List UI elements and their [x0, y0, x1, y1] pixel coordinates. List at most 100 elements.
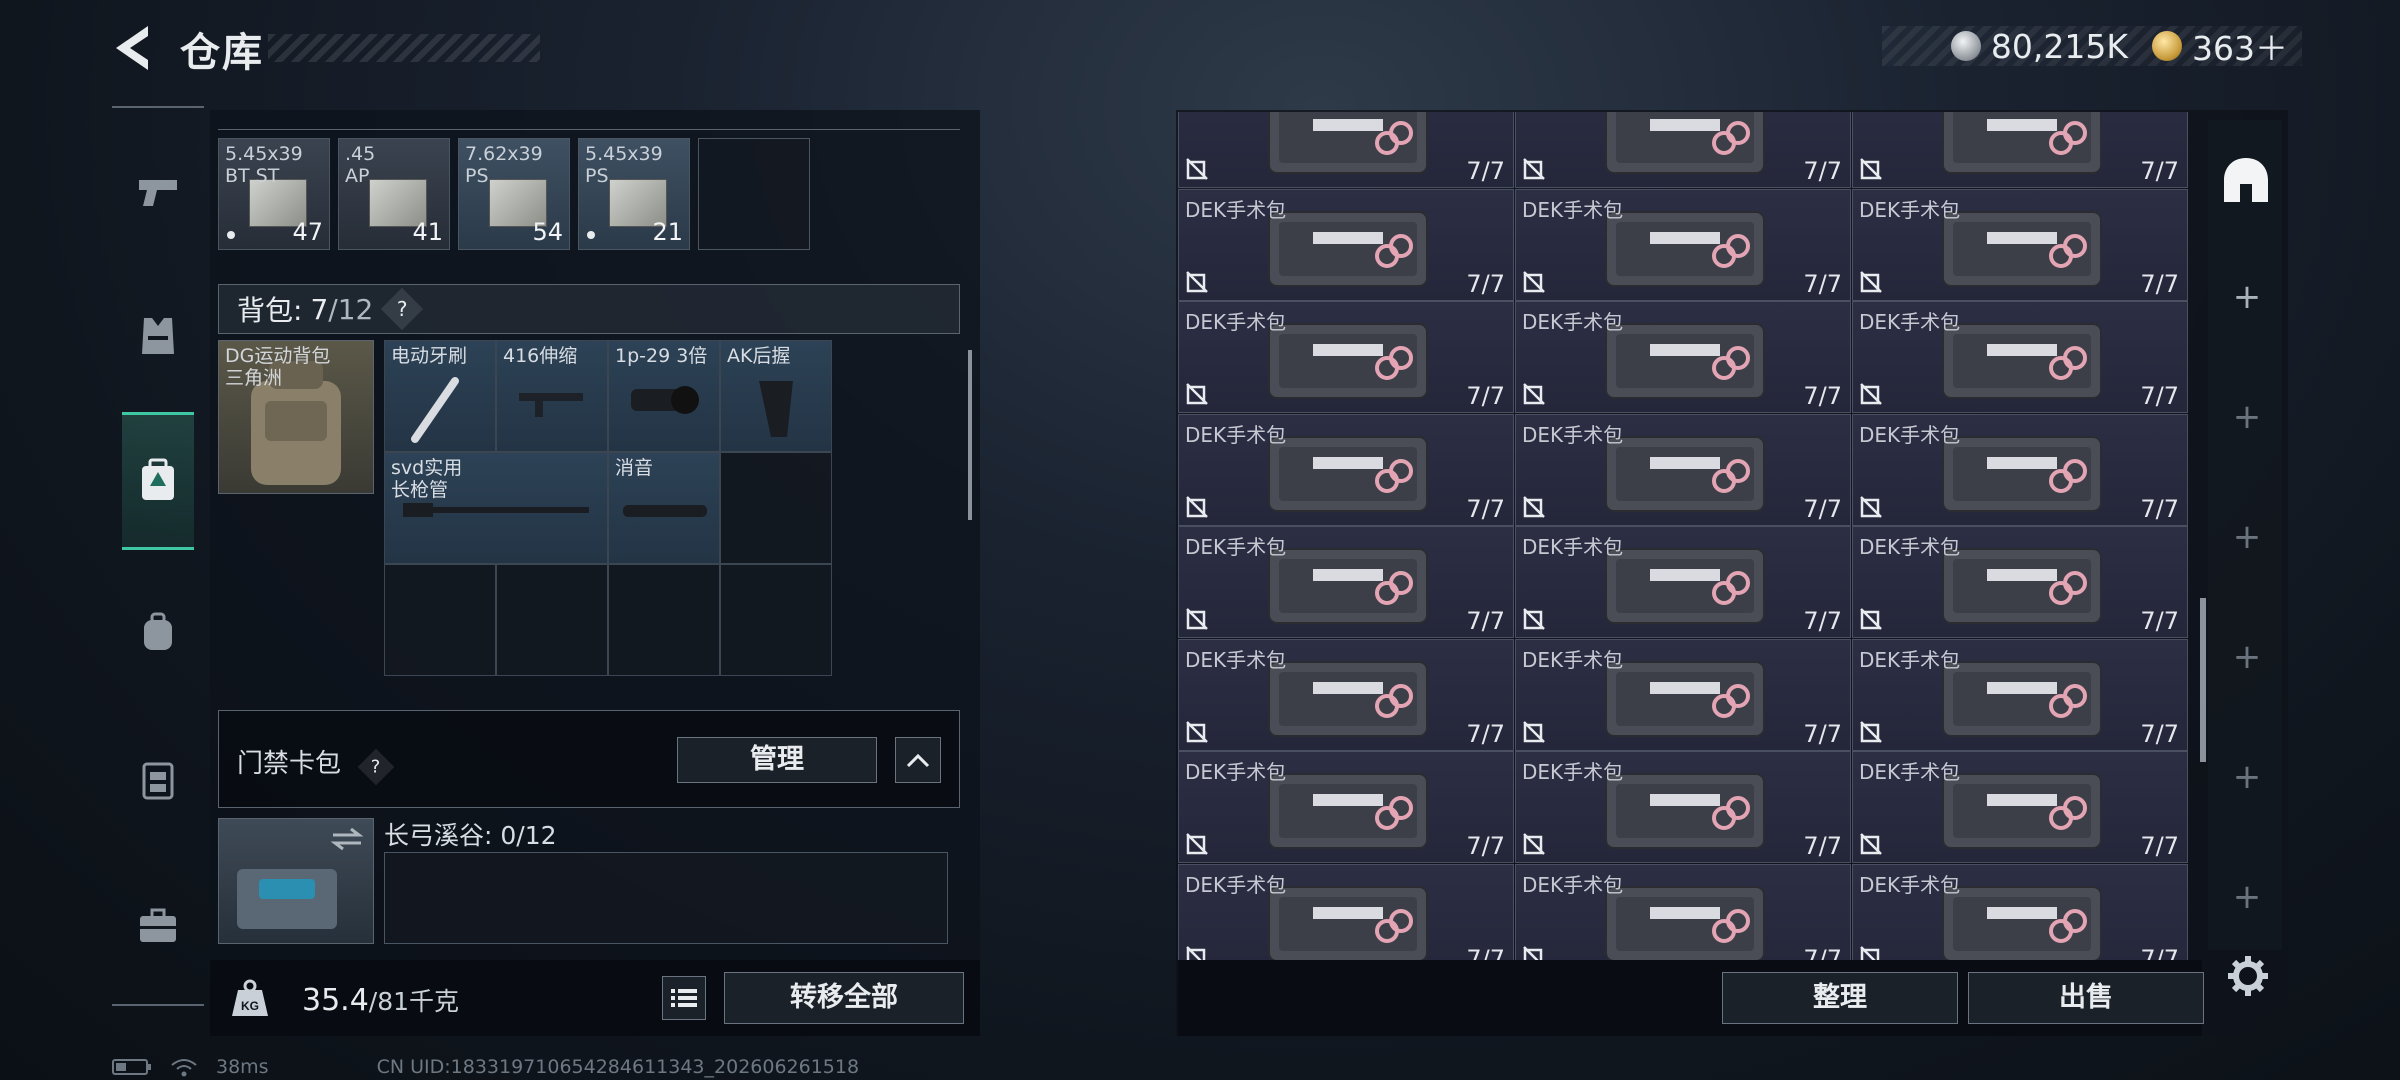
ammo-slot[interactable]: 5.45x39 PS 21	[578, 138, 690, 250]
first-aid-kit-icon	[1942, 548, 2102, 624]
keycard-grid[interactable]	[384, 852, 948, 944]
keycard-section: 门禁卡包 ? 管理	[218, 710, 960, 808]
add-tab-icon[interactable]: +	[2232, 760, 2262, 794]
storage-item[interactable]: DEK手术包7/7	[1852, 751, 2188, 863]
weight-value: 35.4/81千克	[302, 983, 460, 1018]
storage-item[interactable]: DEK手术包7/7	[1852, 863, 2188, 960]
add-tab-icon[interactable]: +	[2232, 400, 2262, 434]
item-count: 7/7	[1466, 269, 1505, 298]
storage-tab-main[interactable]	[2208, 130, 2284, 230]
no-sell-icon	[1523, 158, 1545, 180]
storage-item[interactable]: DEK手术包7/7	[1852, 413, 2188, 526]
storage-item[interactable]: DEK手术包7/7	[1178, 638, 1514, 751]
storage-item[interactable]: DEK手术包7/7	[1178, 188, 1514, 301]
item-count: 7/7	[1803, 944, 1842, 961]
list-button[interactable]	[662, 976, 706, 1020]
status-bar: 38ms CN UID:183319710654284611343_202606…	[112, 1056, 859, 1078]
stock-icon	[519, 393, 583, 417]
keycard-case-image[interactable]	[218, 818, 374, 944]
no-sell-icon	[1860, 495, 1882, 518]
backpack-item[interactable]: 416伸缩	[496, 340, 608, 452]
swap-icon[interactable]	[329, 825, 365, 853]
backpack-slot-empty[interactable]	[720, 452, 832, 564]
item-name: DEK手术包	[1859, 535, 1961, 559]
item-count: 7/7	[1803, 832, 1842, 860]
page-title: 仓库	[180, 30, 264, 76]
storage-item[interactable]: DEK手术包7/7	[1515, 751, 1851, 863]
sell-button[interactable]: 出售	[1968, 972, 2204, 1024]
collapse-button[interactable]	[895, 737, 941, 783]
nav-storage[interactable]	[122, 412, 194, 550]
storage-item[interactable]: DEK手术包7/7	[1515, 638, 1851, 751]
storage-item[interactable]: DEK手术包7/7	[1852, 638, 2188, 751]
first-aid-kit-icon	[1942, 435, 2102, 512]
storage-item[interactable]: DEK手术包7/7	[1515, 526, 1851, 638]
backpack-item[interactable]: 电动牙刷	[384, 340, 496, 452]
nav-weapons[interactable]	[122, 152, 194, 232]
item-count: 7/7	[1803, 269, 1842, 298]
storage-item[interactable]: DEK手术包7/7	[1515, 413, 1851, 526]
ammo-slot[interactable]: 7.62x39 PS 54	[458, 138, 570, 250]
back-icon[interactable]	[108, 22, 156, 74]
storage-item[interactable]: DEK手术包7/7	[1178, 301, 1514, 413]
backpack-item[interactable]: svd实用 长枪管	[384, 452, 608, 564]
item-count: 7/7	[2140, 382, 2179, 410]
gold-currency-value[interactable]: 363＋	[2192, 22, 2288, 70]
storage-scrollbar[interactable]	[2200, 598, 2206, 762]
backpack-item[interactable]: AK后握	[720, 340, 832, 452]
first-aid-kit-icon	[1605, 210, 1765, 287]
backpack-item[interactable]: 1p-29 3倍	[608, 340, 720, 452]
add-tab-icon[interactable]: +	[2232, 520, 2262, 554]
first-aid-kit-icon	[1605, 323, 1765, 399]
first-aid-kit-icon	[1942, 660, 2102, 737]
storage-item[interactable]: DEK手术包7/7	[1178, 413, 1514, 526]
storage-item[interactable]: DEK手术包7/7	[1178, 112, 1514, 188]
storage-item[interactable]: DEK手术包7/7	[1178, 751, 1514, 863]
gear-icon[interactable]	[2226, 954, 2270, 998]
storage-item[interactable]: DEK手术包7/7	[1178, 526, 1514, 638]
storage-item[interactable]: DEK手术包7/7	[1515, 112, 1851, 188]
storage-item[interactable]: DEK手术包7/7	[1852, 112, 2188, 188]
ammo-slot[interactable]: 5.45x39 BT ST 47	[218, 138, 330, 250]
item-name: DEK手术包	[1859, 197, 1961, 222]
backpack-slot-empty[interactable]	[384, 564, 496, 676]
gold-coin-icon	[2152, 31, 2182, 61]
ammo-slot[interactable]: .45 AP 41	[338, 138, 450, 250]
no-sell-icon	[1860, 720, 1882, 743]
vest-icon	[142, 318, 174, 354]
backpack-slot-empty[interactable]	[720, 564, 832, 676]
nav-case[interactable]	[122, 886, 194, 966]
backpack-item[interactable]: 消音	[608, 452, 720, 564]
item-name: DEK手术包	[1185, 422, 1287, 447]
storage-item[interactable]: DEK手术包 7/7	[1852, 301, 2188, 413]
help-icon[interactable]: ?	[381, 287, 424, 331]
no-sell-icon	[1186, 495, 1208, 518]
nav-backpack[interactable]	[122, 592, 194, 672]
backpack-slot-empty[interactable]	[608, 564, 720, 676]
backpack-image[interactable]: DG运动背包 三角洲	[218, 340, 374, 494]
storage-item[interactable]: DEK手术包7/7	[1515, 863, 1851, 961]
transfer-all-button[interactable]: 转移全部	[724, 972, 964, 1024]
nav-armor[interactable]	[122, 296, 194, 376]
left-scrollbar[interactable]	[968, 350, 972, 520]
help-icon[interactable]: ?	[357, 748, 395, 785]
item-name: DEK手术包	[1859, 310, 1961, 334]
storage-item[interactable]: DEK手术包7/7	[1852, 188, 2188, 301]
backpack-slot-empty[interactable]	[496, 564, 608, 676]
add-tab-icon[interactable]: +	[2232, 280, 2262, 314]
add-tab-icon[interactable]: +	[2232, 640, 2262, 674]
no-sell-icon	[1523, 608, 1545, 630]
add-tab-icon[interactable]: +	[2232, 880, 2262, 914]
ammo-slot-empty[interactable]	[698, 138, 810, 250]
manage-button[interactable]: 管理	[677, 737, 877, 783]
suppressor-icon	[623, 505, 707, 517]
item-count: 7/7	[2140, 157, 2179, 185]
storage-item[interactable]: DEK手术包7/7	[1515, 188, 1851, 301]
storage-item[interactable]: DEK手术包7/7	[1178, 863, 1514, 961]
sort-button[interactable]: 整理	[1722, 972, 1958, 1024]
storage-item[interactable]: DEK手术包7/7	[1852, 526, 2188, 638]
item-count: 7/7	[1466, 944, 1505, 961]
item-name: DEK手术包	[1522, 310, 1624, 334]
storage-item[interactable]: DEK手术包7/7	[1515, 301, 1851, 413]
nav-chest-rig[interactable]	[122, 740, 194, 820]
